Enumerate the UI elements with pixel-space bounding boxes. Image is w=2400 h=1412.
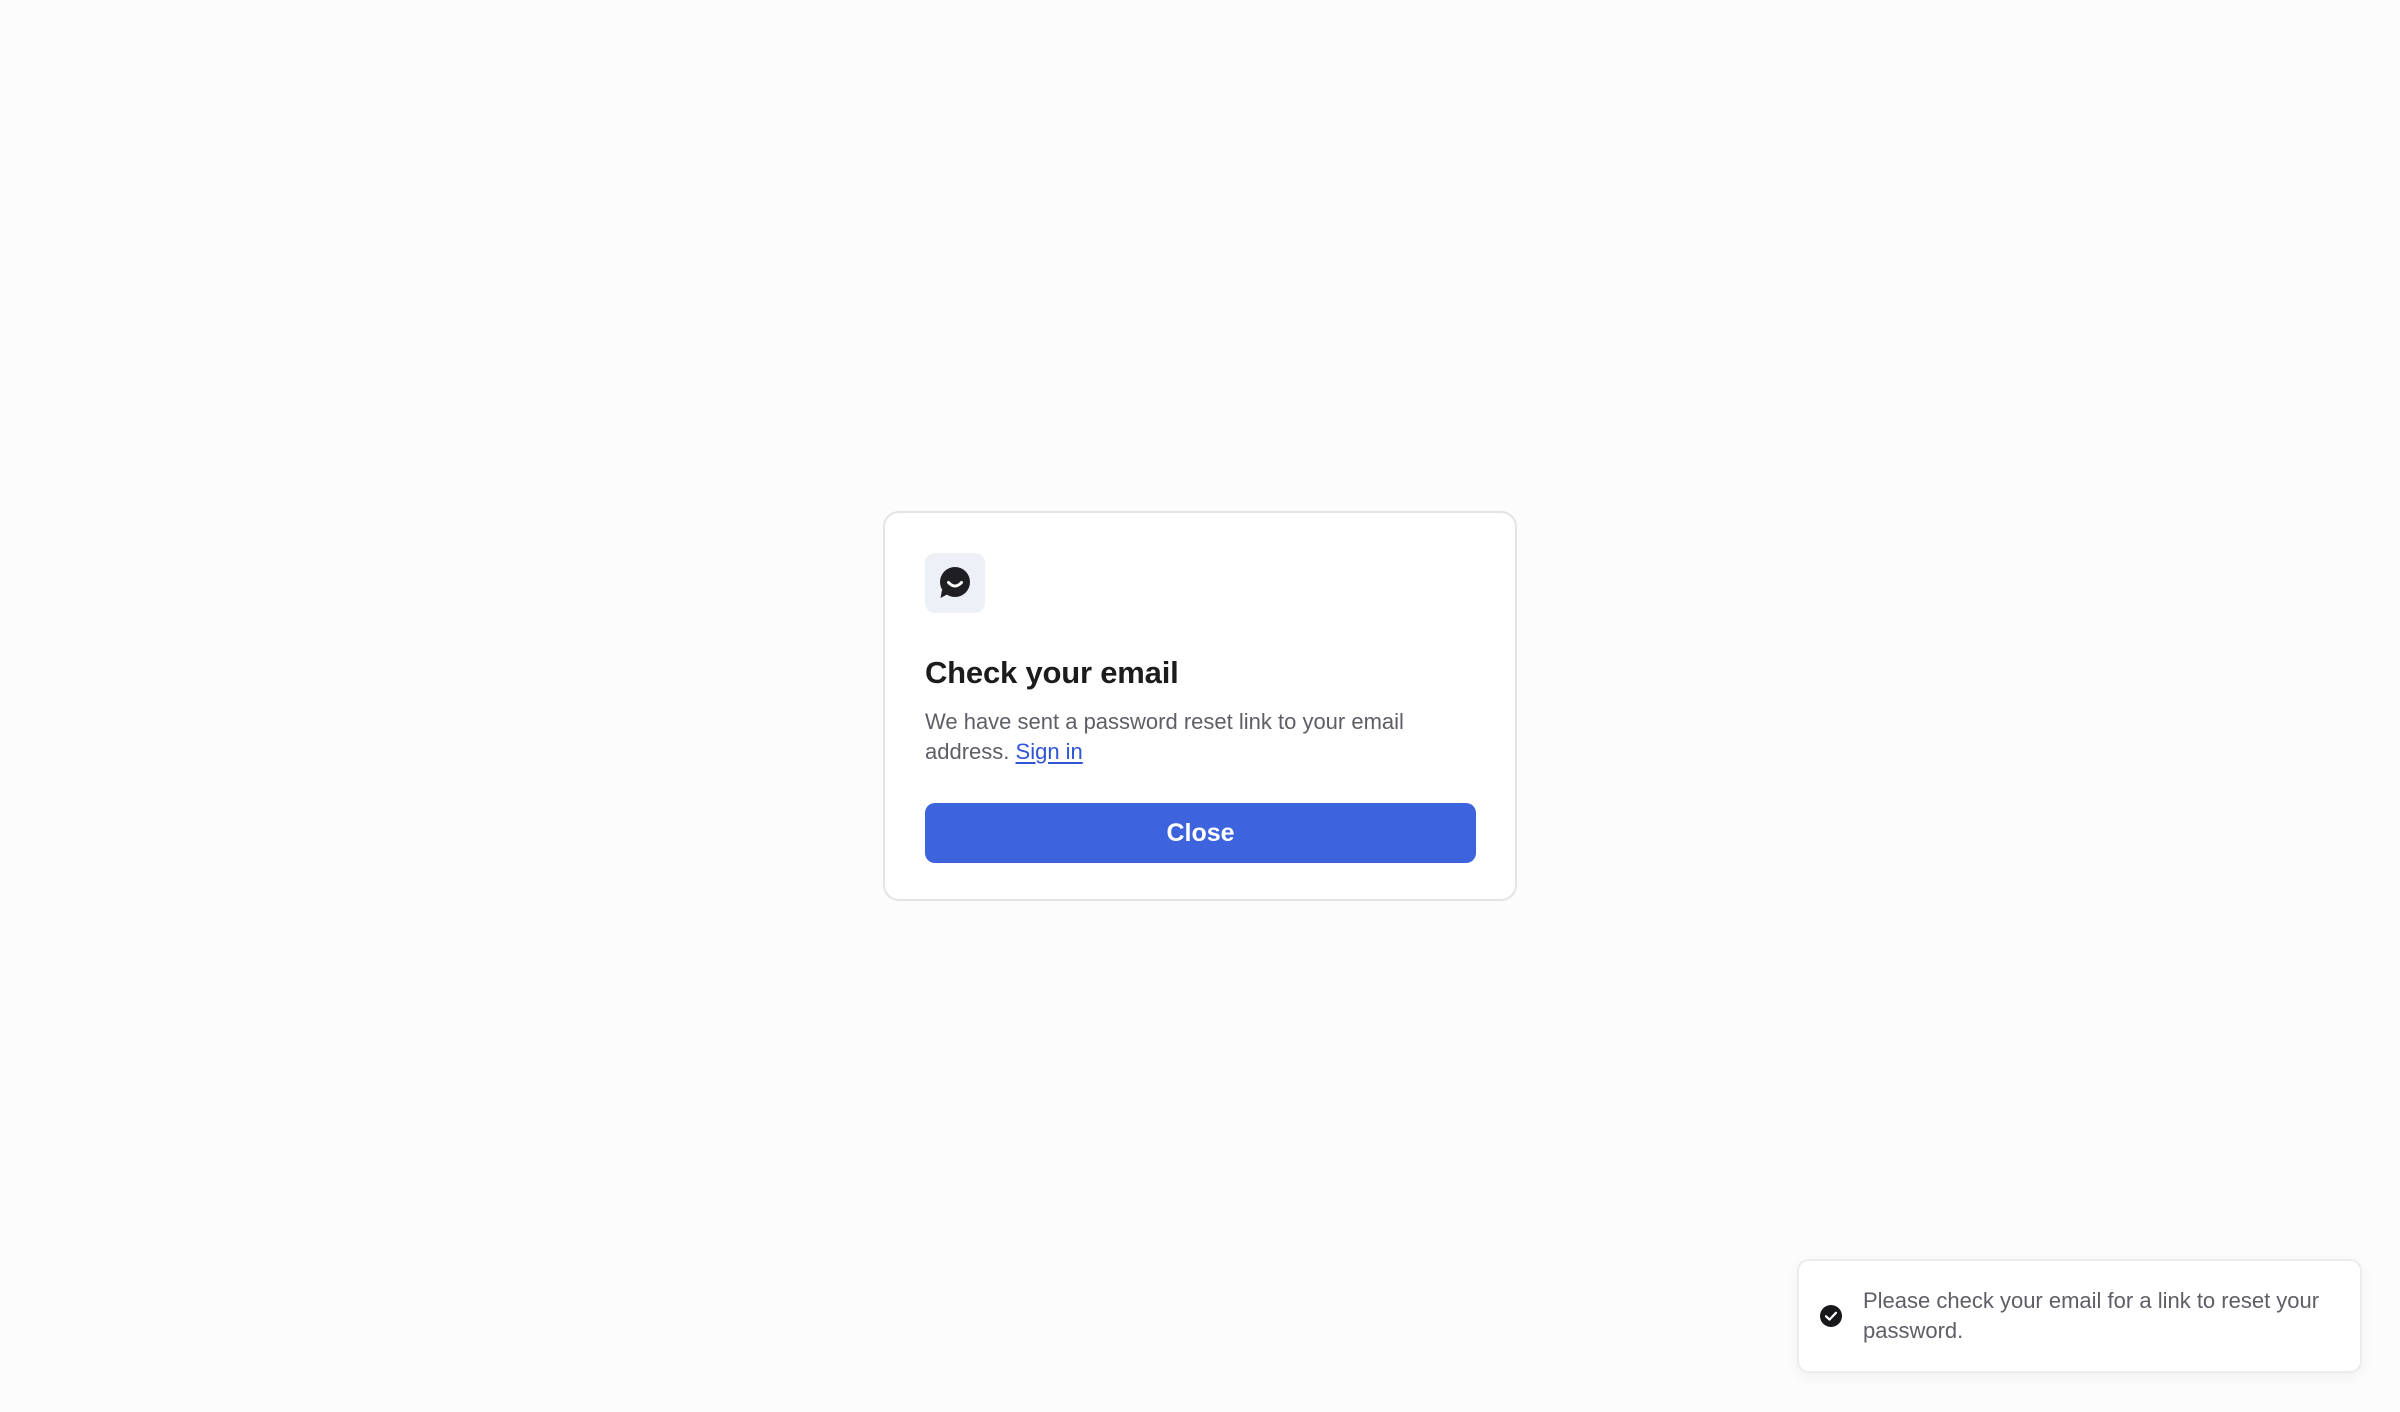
app-logo (925, 553, 985, 613)
reset-description: We have sent a password reset link to yo… (925, 707, 1465, 767)
description-text: We have sent a password reset link to yo… (925, 709, 1404, 764)
sign-in-link[interactable]: Sign in (1016, 739, 1083, 764)
success-toast: Please check your email for a link to re… (1797, 1259, 2362, 1373)
page-title: Check your email (925, 655, 1179, 690)
check-circle-icon (1819, 1304, 1843, 1328)
chat-bubble-smile-icon (937, 565, 973, 601)
close-button[interactable]: Close (925, 803, 1476, 863)
check-email-card: Check your email We have sent a password… (883, 511, 1517, 901)
toast-message: Please check your email for a link to re… (1863, 1288, 2320, 1343)
